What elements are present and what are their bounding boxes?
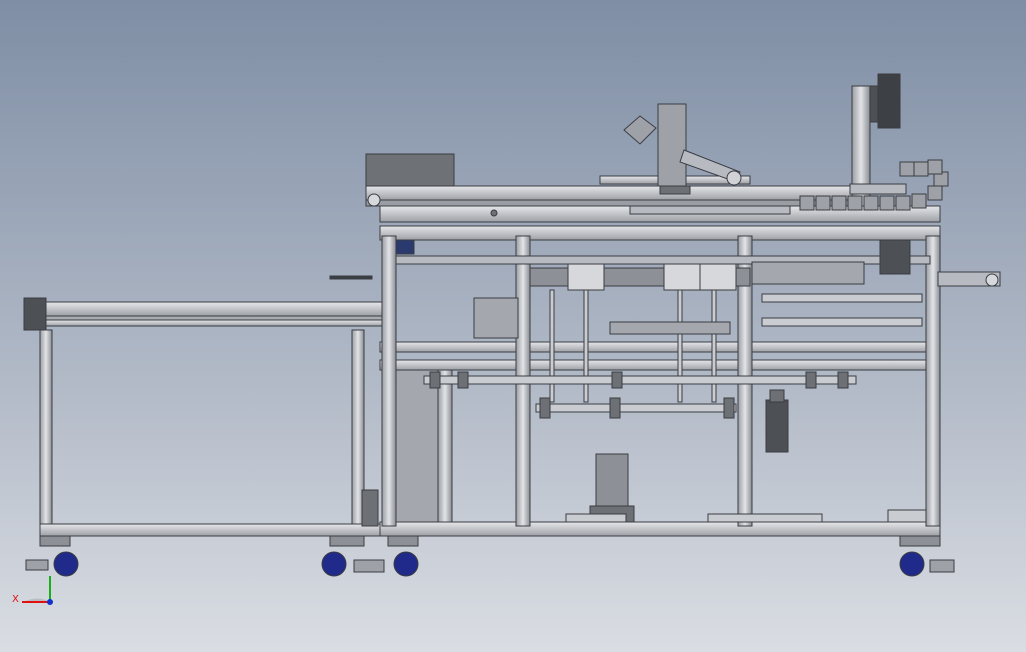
machine-side-view: X — [0, 0, 1026, 652]
axis-x-label: X — [12, 594, 19, 605]
caster-wheel-4 — [899, 551, 925, 577]
axis-z-icon — [47, 599, 53, 605]
caster-wheel-2 — [321, 551, 347, 577]
caster-wheel-1 — [53, 551, 79, 577]
cad-viewport[interactable]: X — [0, 0, 1026, 652]
caster-wheel-3 — [393, 551, 419, 577]
